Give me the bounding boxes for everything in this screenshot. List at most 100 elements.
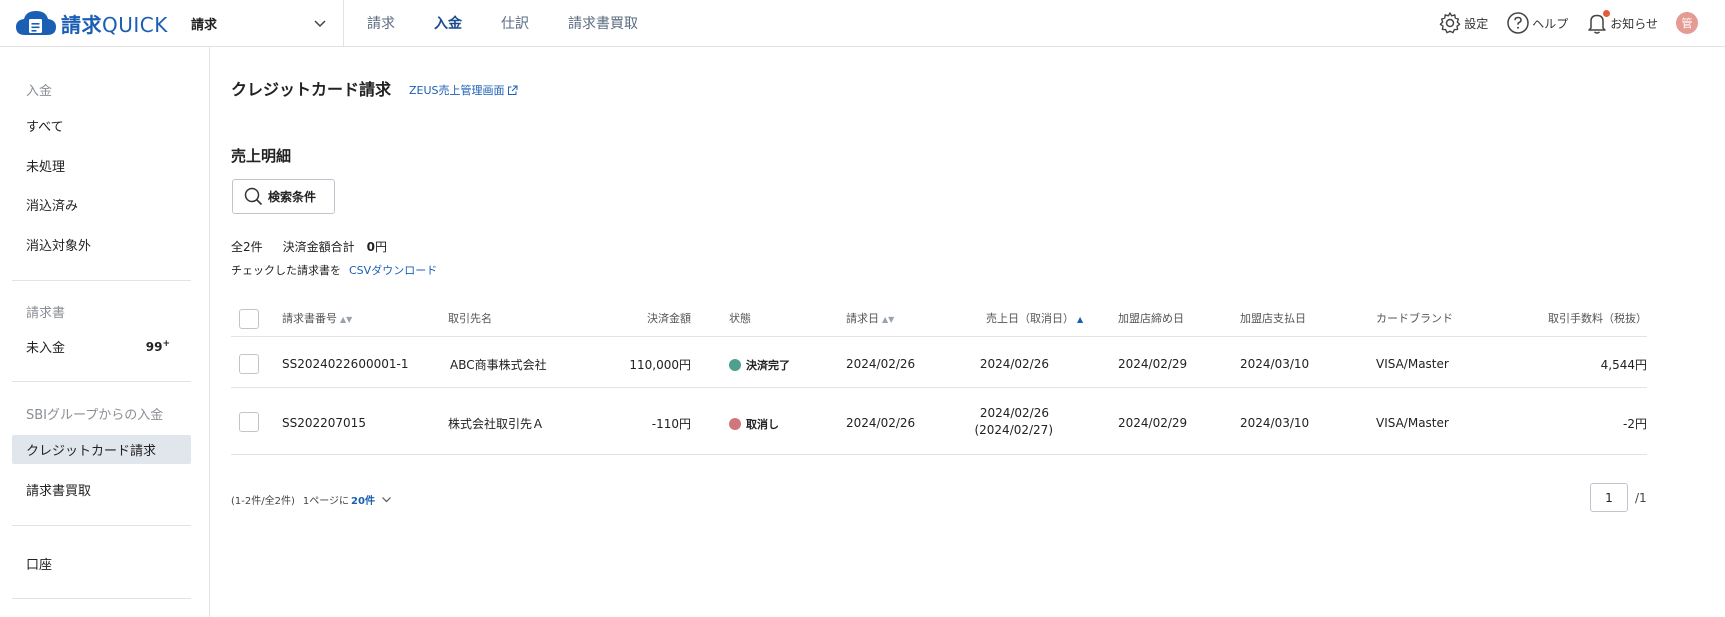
zeus-link[interactable]: ZEUS売上管理画面 xyxy=(409,82,518,98)
per-page-select[interactable]: 20件 xyxy=(351,492,375,507)
sidebar-divider xyxy=(12,280,191,281)
row-checkbox[interactable] xyxy=(239,354,259,374)
cell-close-date: 2024/02/29 xyxy=(1118,357,1188,371)
cell-invoice-no[interactable]: SS2024022600001-1 xyxy=(282,357,408,371)
cell-sales-date: 2024/02/26 xyxy=(979,406,1049,420)
cell-close-date: 2024/02/29 xyxy=(1118,416,1188,430)
sidebar-item-label: クレジットカード請求 xyxy=(26,444,157,459)
status-done-dot xyxy=(729,359,741,371)
help-label: ヘルプ xyxy=(1532,16,1569,31)
nav-journal[interactable]: 仕訳 xyxy=(501,13,529,33)
row-divider-line xyxy=(231,454,1647,455)
header-divider-line xyxy=(231,336,1647,337)
notification-dot xyxy=(1603,10,1611,17)
select-all-checkbox[interactable] xyxy=(239,309,259,329)
external-link-icon xyxy=(507,85,518,95)
cell-sales-date: 2024/02/26 xyxy=(979,357,1049,371)
header-billing-date[interactable]: 請求日 ▲▼ xyxy=(846,302,894,337)
cell-fee: 4,544円 xyxy=(1600,358,1647,372)
avatar[interactable]: 管 xyxy=(1676,12,1698,34)
sort-icon: ▲▼ xyxy=(882,315,895,324)
sidebar-item-label: 請求書買取 xyxy=(26,484,92,499)
chevron-down-icon[interactable] xyxy=(381,494,392,505)
notice-button[interactable]: お知らせ xyxy=(1586,10,1658,35)
sidebar-item-label: 消込済み xyxy=(26,199,79,214)
bell-wrapper xyxy=(1586,10,1611,35)
notice-label: お知らせ xyxy=(1610,16,1658,31)
sort-icon: ▲▼ xyxy=(340,315,353,324)
settled-total-label: 決済金額合計 xyxy=(282,240,355,254)
cell-cancel-date: (2024/02/27) xyxy=(974,423,1053,437)
nav-payment[interactable]: 入金 xyxy=(434,13,462,33)
header-sales-date[interactable]: 売上日（取消日） ▲ xyxy=(986,302,1083,337)
page-total: /1 xyxy=(1635,491,1647,505)
cell-partner: 株式会社取引先Ａ xyxy=(448,417,545,431)
row-checkbox[interactable] xyxy=(239,412,259,432)
header-actions: 設定 ヘルプ お知らせ 管 xyxy=(1438,0,1725,46)
summary-line: 全2件 決済金額合計 0 円 xyxy=(231,238,387,255)
logo-latin: QUICK xyxy=(102,12,168,37)
cell-fee: -2円 xyxy=(1623,417,1647,431)
sidebar-item-credit-card[interactable]: クレジットカード請求 xyxy=(12,435,191,464)
help-icon xyxy=(1507,12,1529,34)
sidebar-section-invoice: 請求書 xyxy=(26,306,66,321)
product-select-value: 請求 xyxy=(191,17,218,33)
csv-prefix: チェックした請求書を xyxy=(231,264,341,277)
status-badge: 取消し xyxy=(729,416,779,432)
row-divider-line xyxy=(231,387,1647,388)
header-invoice-no-label: 請求書番号 xyxy=(282,312,337,325)
per-page-label: 1ページに xyxy=(302,496,350,507)
sidebar-item-all[interactable]: すべて xyxy=(12,111,191,140)
product-select[interactable]: 請求 xyxy=(191,12,327,34)
nav-factoring[interactable]: 請求書買取 xyxy=(568,13,638,33)
unpaid-count-plus: + xyxy=(162,339,170,349)
status-label: 決済完了 xyxy=(746,359,790,372)
cell-invoice-no[interactable]: SS202207015 xyxy=(282,416,366,430)
header-brand: カードブランド xyxy=(1376,312,1453,325)
sidebar-item-unprocessed[interactable]: 未処理 xyxy=(12,151,191,180)
settled-total-value: 0 xyxy=(366,239,376,254)
cell-billing-date: 2024/02/26 xyxy=(846,416,916,430)
help-button[interactable]: ヘルプ xyxy=(1506,11,1568,35)
status-label: 取消し xyxy=(746,418,779,431)
section-title: 売上明細 xyxy=(231,147,292,165)
header-pay-date: 加盟店支払日 xyxy=(1240,312,1306,325)
pagination-range: (1-2件/全2件) xyxy=(231,496,295,507)
pagination-info: (1-2件/全2件) 1ページに 20件 xyxy=(231,492,392,507)
sidebar-item-label: すべて xyxy=(26,120,64,135)
header-invoice-no[interactable]: 請求書番号 ▲▼ xyxy=(282,302,352,337)
sidebar-item-cleared[interactable]: 消込済み xyxy=(12,190,191,219)
unpaid-count: 99 xyxy=(145,340,163,354)
settings-label: 設定 xyxy=(1464,16,1489,31)
status-badge: 決済完了 xyxy=(729,357,790,373)
zeus-link-label: ZEUS売上管理画面 xyxy=(409,84,505,97)
cell-brand: VISA/Master xyxy=(1376,416,1449,430)
nav-invoice[interactable]: 請求 xyxy=(367,13,395,33)
sidebar-item-factoring[interactable]: 請求書買取 xyxy=(12,475,191,504)
csv-download-link[interactable]: CSVダウンロード xyxy=(349,262,437,278)
search-conditions-label: 検索条件 xyxy=(268,190,317,204)
header-partner: 取引先名 xyxy=(448,312,492,325)
sidebar-item-account[interactable]: 口座 xyxy=(12,549,191,578)
header-sales-date-label: 売上日（取消日） xyxy=(986,312,1074,325)
page-number-input[interactable]: 1 xyxy=(1590,483,1628,512)
sidebar-item-label: 未入金 xyxy=(26,341,66,356)
logo-cloud-icon xyxy=(16,11,56,35)
header-fee: 取引手数料（税抜） xyxy=(1548,312,1647,325)
app-header: 請求QUICK 請求 請求 入金 仕訳 請求書買取 設定 ヘルプ お知らせ 管 xyxy=(0,0,1725,47)
search-conditions-button[interactable]: 検索条件 xyxy=(232,179,335,214)
cell-pay-date: 2024/03/10 xyxy=(1240,357,1310,371)
csv-line: チェックした請求書を CSVダウンロード xyxy=(231,262,437,278)
cell-amount: 110,000円 xyxy=(629,358,691,372)
unpaid-count-badge: 99+ xyxy=(146,339,170,354)
app-logo[interactable]: 請求QUICK xyxy=(15,8,168,38)
search-icon xyxy=(244,187,263,206)
gear-icon xyxy=(1439,12,1461,34)
sidebar-item-excluded[interactable]: 消込対象外 xyxy=(12,230,191,259)
cell-billing-date: 2024/02/26 xyxy=(846,357,916,371)
cell-partner: ABC商事株式会社 xyxy=(450,358,547,372)
settings-button[interactable]: 設定 xyxy=(1438,11,1488,35)
sidebar-item-unpaid[interactable]: 未入金 99+ xyxy=(12,332,191,361)
header-amount: 決済金額 xyxy=(647,312,691,325)
cell-brand: VISA/Master xyxy=(1376,357,1449,371)
